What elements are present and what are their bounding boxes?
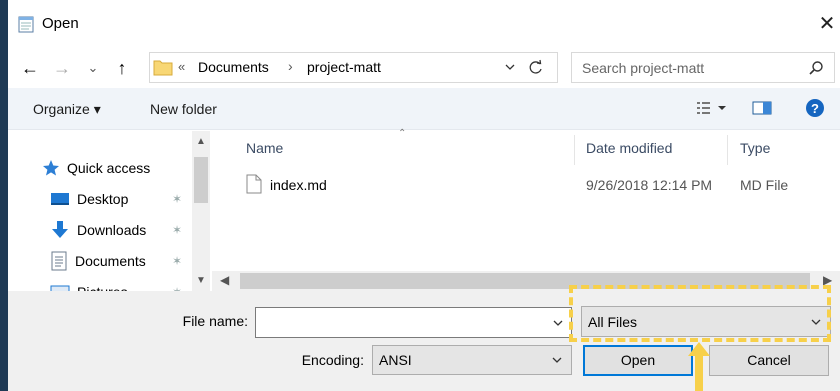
sidebar-item-downloads[interactable]: Downloads ✶ <box>50 219 182 241</box>
sidebar-item-desktop[interactable]: Desktop ✶ <box>50 188 182 210</box>
sidebar-scrollbar[interactable]: ▲ ▼ <box>192 131 210 291</box>
command-bar: Organize ▾ New folder ? <box>8 88 840 130</box>
file-list-scrollbar[interactable]: ◀ ▶ <box>212 271 840 291</box>
forward-button[interactable]: → <box>52 58 72 78</box>
scroll-up-icon[interactable]: ▲ <box>196 136 206 147</box>
dialog-footer: File name: All Files Encoding: ANSI Open… <box>8 291 840 391</box>
scroll-left-icon[interactable]: ◀ <box>220 273 229 287</box>
new-folder-button[interactable]: New folder <box>150 101 217 117</box>
help-icon[interactable]: ? <box>805 98 825 118</box>
encoding-value: ANSI <box>379 352 412 368</box>
file-icon <box>246 174 262 194</box>
window-title: Open <box>42 15 79 32</box>
navigation-pane: Quick access Desktop ✶ Downloads ✶ Docum… <box>8 131 212 300</box>
notepad-icon <box>18 16 34 33</box>
chevron-down-icon[interactable] <box>552 317 564 329</box>
file-name-label: File name: <box>182 313 248 329</box>
column-header-type[interactable]: Type <box>740 140 770 156</box>
svg-text:?: ? <box>811 101 819 116</box>
navigation-bar: ← → ⌄ ↑ « Documents › project-matt Searc… <box>8 48 840 88</box>
column-divider[interactable] <box>727 135 728 165</box>
encoding-label: Encoding: <box>301 352 364 368</box>
folder-icon <box>153 60 173 76</box>
chevron-down-icon[interactable] <box>504 61 516 73</box>
breadcrumb-separator[interactable]: › <box>288 58 293 74</box>
file-type-select[interactable]: All Files <box>581 306 831 337</box>
breadcrumb-documents[interactable]: Documents <box>198 59 269 75</box>
recent-locations-button[interactable]: ⌄ <box>86 58 100 78</box>
file-type: MD File <box>740 177 789 193</box>
column-header-name[interactable]: Name <box>246 140 283 156</box>
overflow-chevron[interactable]: « <box>178 59 185 74</box>
sort-ascending-icon: ⌃ <box>398 128 407 139</box>
cancel-button[interactable]: Cancel <box>709 345 829 376</box>
column-header-date[interactable]: Date modified <box>586 140 672 156</box>
sidebar-item-label: Downloads <box>77 222 147 238</box>
refresh-icon[interactable] <box>527 58 545 76</box>
sidebar-item-label: Desktop <box>77 191 129 207</box>
file-name-field[interactable] <box>255 307 572 338</box>
file-date: 9/26/2018 12:14 PM <box>586 177 713 193</box>
sidebar-item-label: Documents <box>75 253 146 269</box>
sidebar-item-quick-access[interactable]: Quick access <box>42 157 150 179</box>
organize-menu[interactable]: Organize ▾ <box>33 101 101 118</box>
documents-icon <box>51 251 67 271</box>
star-icon <box>43 160 59 176</box>
open-button[interactable]: Open <box>583 345 693 376</box>
title-bar: Open ✕ <box>8 0 840 48</box>
back-button[interactable]: ← <box>20 58 40 78</box>
encoding-select[interactable]: ANSI <box>372 345 572 375</box>
file-row[interactable]: index.md 9/26/2018 12:14 PM MD File <box>212 173 840 199</box>
pin-icon: ✶ <box>172 254 183 268</box>
desktop-icon <box>51 193 69 205</box>
scrollbar-thumb[interactable] <box>240 273 810 289</box>
download-icon <box>52 221 68 238</box>
scroll-down-icon[interactable]: ▼ <box>196 275 206 286</box>
address-bar[interactable]: « Documents › project-matt <box>149 52 558 83</box>
chevron-down-icon[interactable] <box>551 354 563 366</box>
preview-pane-icon[interactable] <box>752 100 772 116</box>
view-options-icon[interactable] <box>696 100 730 116</box>
chevron-down-icon[interactable] <box>810 316 822 328</box>
file-name: index.md <box>270 177 327 193</box>
open-dialog: Open ✕ ← → ⌄ ↑ « Documents › project-mat… <box>8 0 840 391</box>
file-list: ⌃ Name Date modified Type index.md 9/26/… <box>212 128 840 271</box>
pin-icon: ✶ <box>172 223 183 237</box>
scrollbar-thumb[interactable] <box>194 157 208 203</box>
up-button[interactable]: ↑ <box>112 58 132 78</box>
pin-icon: ✶ <box>172 192 183 206</box>
file-type-value: All Files <box>588 314 638 330</box>
scroll-right-icon[interactable]: ▶ <box>823 273 832 287</box>
close-button[interactable]: ✕ <box>816 11 838 37</box>
sidebar-item-label: Quick access <box>67 160 151 176</box>
column-divider[interactable] <box>574 135 575 165</box>
search-input[interactable]: Search project-matt <box>582 60 704 76</box>
search-box[interactable]: Search project-matt <box>571 52 835 83</box>
search-icon[interactable] <box>808 60 824 76</box>
breadcrumb-project-matt[interactable]: project-matt <box>307 59 381 75</box>
sidebar-item-documents[interactable]: Documents ✶ <box>50 250 182 272</box>
